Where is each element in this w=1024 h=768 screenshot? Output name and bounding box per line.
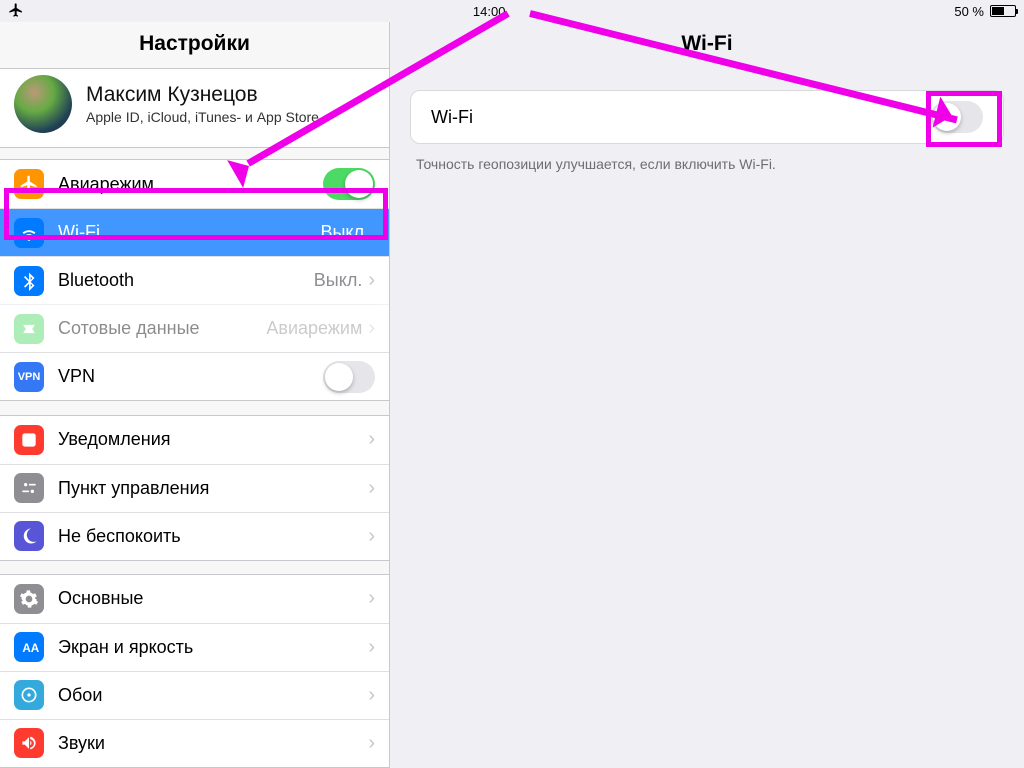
wifi-icon <box>14 218 44 248</box>
sidebar-item-label: Bluetooth <box>58 270 314 291</box>
sidebar-item-general[interactable]: Основные› <box>0 575 389 623</box>
sidebar-item-value: Выкл. <box>314 270 363 291</box>
sidebar-item-label: Основные <box>58 588 368 609</box>
sidebar-item-label: Экран и яркость <box>58 637 368 658</box>
detail-pane: Wi-Fi Wi-Fi Точность геопозиции улучшает… <box>390 22 1024 768</box>
chevron-right-icon: › <box>368 525 375 548</box>
airplane-mode-icon <box>8 2 24 21</box>
chevron-right-icon: › <box>368 636 375 659</box>
control-icon <box>14 473 44 503</box>
general-icon <box>14 584 44 614</box>
sidebar-item-wifi[interactable]: Wi-FiВыкл. <box>0 208 389 256</box>
detail-title: Wi-Fi <box>390 22 1024 72</box>
sidebar-item-label: Обои <box>58 685 368 706</box>
chevron-right-icon: › <box>368 269 375 292</box>
sidebar-item-label: Авиарежим <box>58 174 323 195</box>
wifi-row-label: Wi-Fi <box>431 107 931 128</box>
sidebar-item-vpn[interactable]: VPN VPN <box>0 352 389 400</box>
chevron-right-icon: › <box>368 477 375 500</box>
chevron-right-icon: › <box>368 317 375 340</box>
account-name: Максим Кузнецов <box>86 83 319 107</box>
notif-icon <box>14 425 44 455</box>
status-bar: 14:00 50 % <box>0 0 1024 22</box>
chevron-right-icon: › <box>368 587 375 610</box>
airplane-icon <box>14 169 44 199</box>
bt-icon <box>14 266 44 296</box>
sidebar-item-display[interactable]: AA Экран и яркость› <box>0 623 389 671</box>
wifi-toggle-row[interactable]: Wi-Fi <box>411 91 1003 143</box>
chevron-right-icon: › <box>368 428 375 451</box>
cell-icon <box>14 314 44 344</box>
sidebar-item-sound[interactable]: Звуки› <box>0 719 389 767</box>
sidebar-item-label: VPN <box>58 366 323 387</box>
battery-icon <box>990 5 1016 17</box>
svg-text:AA: AA <box>22 642 39 655</box>
vpn-toggle[interactable] <box>323 361 375 393</box>
sidebar-item-bt[interactable]: BluetoothВыкл.› <box>0 256 389 304</box>
battery-percent: 50 % <box>954 4 984 19</box>
sidebar-item-airplane[interactable]: Авиарежим <box>0 160 389 208</box>
sidebar-item-label: Сотовые данные <box>58 318 266 339</box>
chevron-right-icon: › <box>368 732 375 755</box>
airplane-toggle[interactable] <box>323 168 375 200</box>
sidebar-group-connectivity: АвиарежимWi-FiВыкл.BluetoothВыкл.›Сотовы… <box>0 159 389 401</box>
apple-id-row[interactable]: Максим Кузнецов Apple ID, iCloud, iTunes… <box>0 68 389 148</box>
display-icon: AA <box>14 632 44 662</box>
sidebar-title: Настройки <box>0 22 389 68</box>
sidebar-item-cell[interactable]: Сотовые данныеАвиарежим › <box>0 304 389 352</box>
wifi-card: Wi-Fi <box>410 90 1004 144</box>
sidebar-group-notifications: Уведомления›Пункт управления›Не беспокои… <box>0 415 389 561</box>
wall-icon <box>14 680 44 710</box>
wifi-toggle[interactable] <box>931 101 983 133</box>
sidebar-item-wall[interactable]: Обои› <box>0 671 389 719</box>
sidebar-item-value: Авиарежим <box>266 318 362 339</box>
sidebar-item-label: Пункт управления <box>58 478 368 499</box>
status-time: 14:00 <box>473 4 506 19</box>
settings-sidebar: Настройки Максим Кузнецов Apple ID, iClo… <box>0 22 390 768</box>
sidebar-item-notif[interactable]: Уведомления› <box>0 416 389 464</box>
sidebar-item-label: Wi-Fi <box>58 222 320 243</box>
sidebar-item-value: Выкл. <box>320 222 369 243</box>
sidebar-item-dnd[interactable]: Не беспокоить› <box>0 512 389 560</box>
dnd-icon <box>14 521 44 551</box>
sidebar-item-label: Не беспокоить <box>58 526 368 547</box>
sidebar-group-general: Основные›AAЭкран и яркость›Обои›Звуки› <box>0 574 389 768</box>
avatar <box>14 75 72 133</box>
account-subtitle: Apple ID, iCloud, iTunes- и App Store <box>86 109 319 125</box>
sidebar-item-label: Звуки <box>58 733 368 754</box>
vpn-icon: VPN <box>14 362 44 392</box>
chevron-right-icon: › <box>368 684 375 707</box>
wifi-footer-text: Точность геопозиции улучшается, если вкл… <box>390 144 1024 184</box>
sound-icon <box>14 728 44 758</box>
sidebar-item-control[interactable]: Пункт управления› <box>0 464 389 512</box>
sidebar-item-label: Уведомления <box>58 429 368 450</box>
